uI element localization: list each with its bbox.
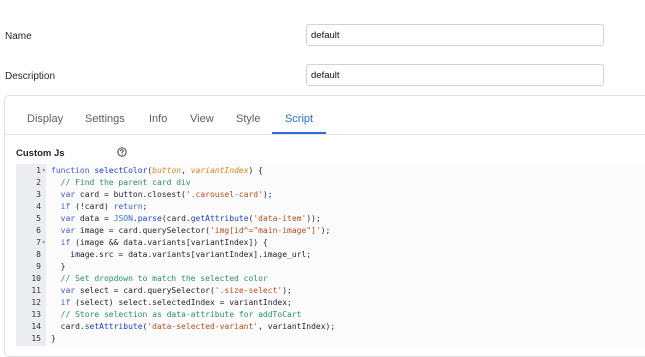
- line-number: 13: [31, 310, 41, 319]
- tab-bar: Display Settings Info View Style Script: [5, 96, 645, 135]
- code-line[interactable]: 3 var card = button.closest('.carousel-c…: [16, 189, 645, 201]
- code-line[interactable]: 10 // Set dropdown to match the selected…: [16, 273, 645, 285]
- settings-panel: Display Settings Info View Style Script …: [4, 95, 645, 357]
- code-text: var card = button.closest('.carousel-car…: [51, 190, 273, 199]
- line-number: 11: [31, 286, 41, 295]
- code-text: card.setAttribute('data-selected-variant…: [51, 322, 336, 331]
- code-line[interactable]: 7 ▾ if (image && data.variants[variantInd…: [16, 237, 645, 249]
- code-line[interactable]: 13 // Store selection as data-attribute …: [16, 309, 645, 321]
- code-editor[interactable]: 1 ▾ function selectColor(button, variantIn…: [16, 164, 645, 346]
- code-line[interactable]: 6 var image = card.querySelector('img[id…: [16, 225, 645, 237]
- code-line[interactable]: 11 var select = card.querySelector('.siz…: [16, 285, 645, 297]
- code-text: image.src = data.variants[variantIndex].…: [51, 250, 312, 259]
- tab-settings[interactable]: Settings: [85, 106, 125, 134]
- line-number: 9: [36, 262, 41, 271]
- line-number: 6: [36, 226, 41, 235]
- code-text: function selectColor(button, variantInde…: [51, 166, 263, 175]
- tab-script[interactable]: Script: [272, 106, 326, 134]
- code-line[interactable]: 8 image.src = data.variants[variantIndex…: [16, 249, 645, 261]
- code-text: if (!card) return;: [51, 202, 148, 211]
- tab-view[interactable]: View: [190, 106, 214, 134]
- code-line[interactable]: 12 if (select) select.selectedIndex = va…: [16, 297, 645, 309]
- code-text: }: [51, 334, 56, 343]
- code-line[interactable]: 2 // Find the parent card div: [16, 177, 645, 189]
- description-input[interactable]: [306, 64, 604, 86]
- line-number: 14: [31, 322, 41, 331]
- line-number: 15: [31, 334, 41, 343]
- tab-style[interactable]: Style: [236, 106, 260, 134]
- code-text: var select = card.querySelector('.size-s…: [51, 286, 292, 295]
- code-text: // Set dropdown to match the selected co…: [51, 274, 268, 283]
- code-line[interactable]: 15}: [16, 333, 645, 345]
- code-text: }: [51, 262, 66, 271]
- name-label: Name: [5, 31, 32, 42]
- code-text: var image = card.querySelector('img[id^=…: [51, 226, 331, 235]
- line-number: 12: [31, 298, 41, 307]
- code-text: // Find the parent card div: [51, 178, 191, 187]
- line-number: 3: [36, 190, 41, 199]
- code-line[interactable]: 1 ▾ function selectColor(button, variantIn…: [16, 165, 645, 177]
- code-text: // Store selection as data-attribute for…: [51, 310, 302, 319]
- question-circle-icon[interactable]: [117, 147, 127, 157]
- line-number: 10: [31, 274, 41, 283]
- code-line[interactable]: 5 var data = JSON.parse(card.getAttribut…: [16, 213, 645, 225]
- line-number: 7: [36, 238, 41, 247]
- code-line[interactable]: 4 if (!card) return;: [16, 201, 645, 213]
- fold-toggle-icon[interactable]: ▾: [42, 237, 46, 249]
- tab-display[interactable]: Display: [27, 106, 63, 134]
- line-number: 4: [36, 202, 41, 211]
- line-number: 1: [36, 166, 41, 175]
- custom-js-label: Custom Js: [16, 148, 65, 159]
- line-number: 8: [36, 250, 41, 259]
- code-text: var data = JSON.parse(card.getAttribute(…: [51, 214, 321, 223]
- code-text: if (select) select.selectedIndex = varia…: [51, 298, 292, 307]
- code-line[interactable]: 9 }: [16, 261, 645, 273]
- line-number: 5: [36, 214, 41, 223]
- tab-info[interactable]: Info: [149, 106, 167, 134]
- description-label: Description: [5, 71, 56, 82]
- line-number: 2: [36, 178, 41, 187]
- name-input[interactable]: [306, 24, 604, 46]
- code-line[interactable]: 14 card.setAttribute('data-selected-vari…: [16, 321, 645, 333]
- fold-toggle-icon[interactable]: ▾: [42, 165, 46, 177]
- code-text: if (image && data.variants[variantIndex]…: [51, 238, 268, 247]
